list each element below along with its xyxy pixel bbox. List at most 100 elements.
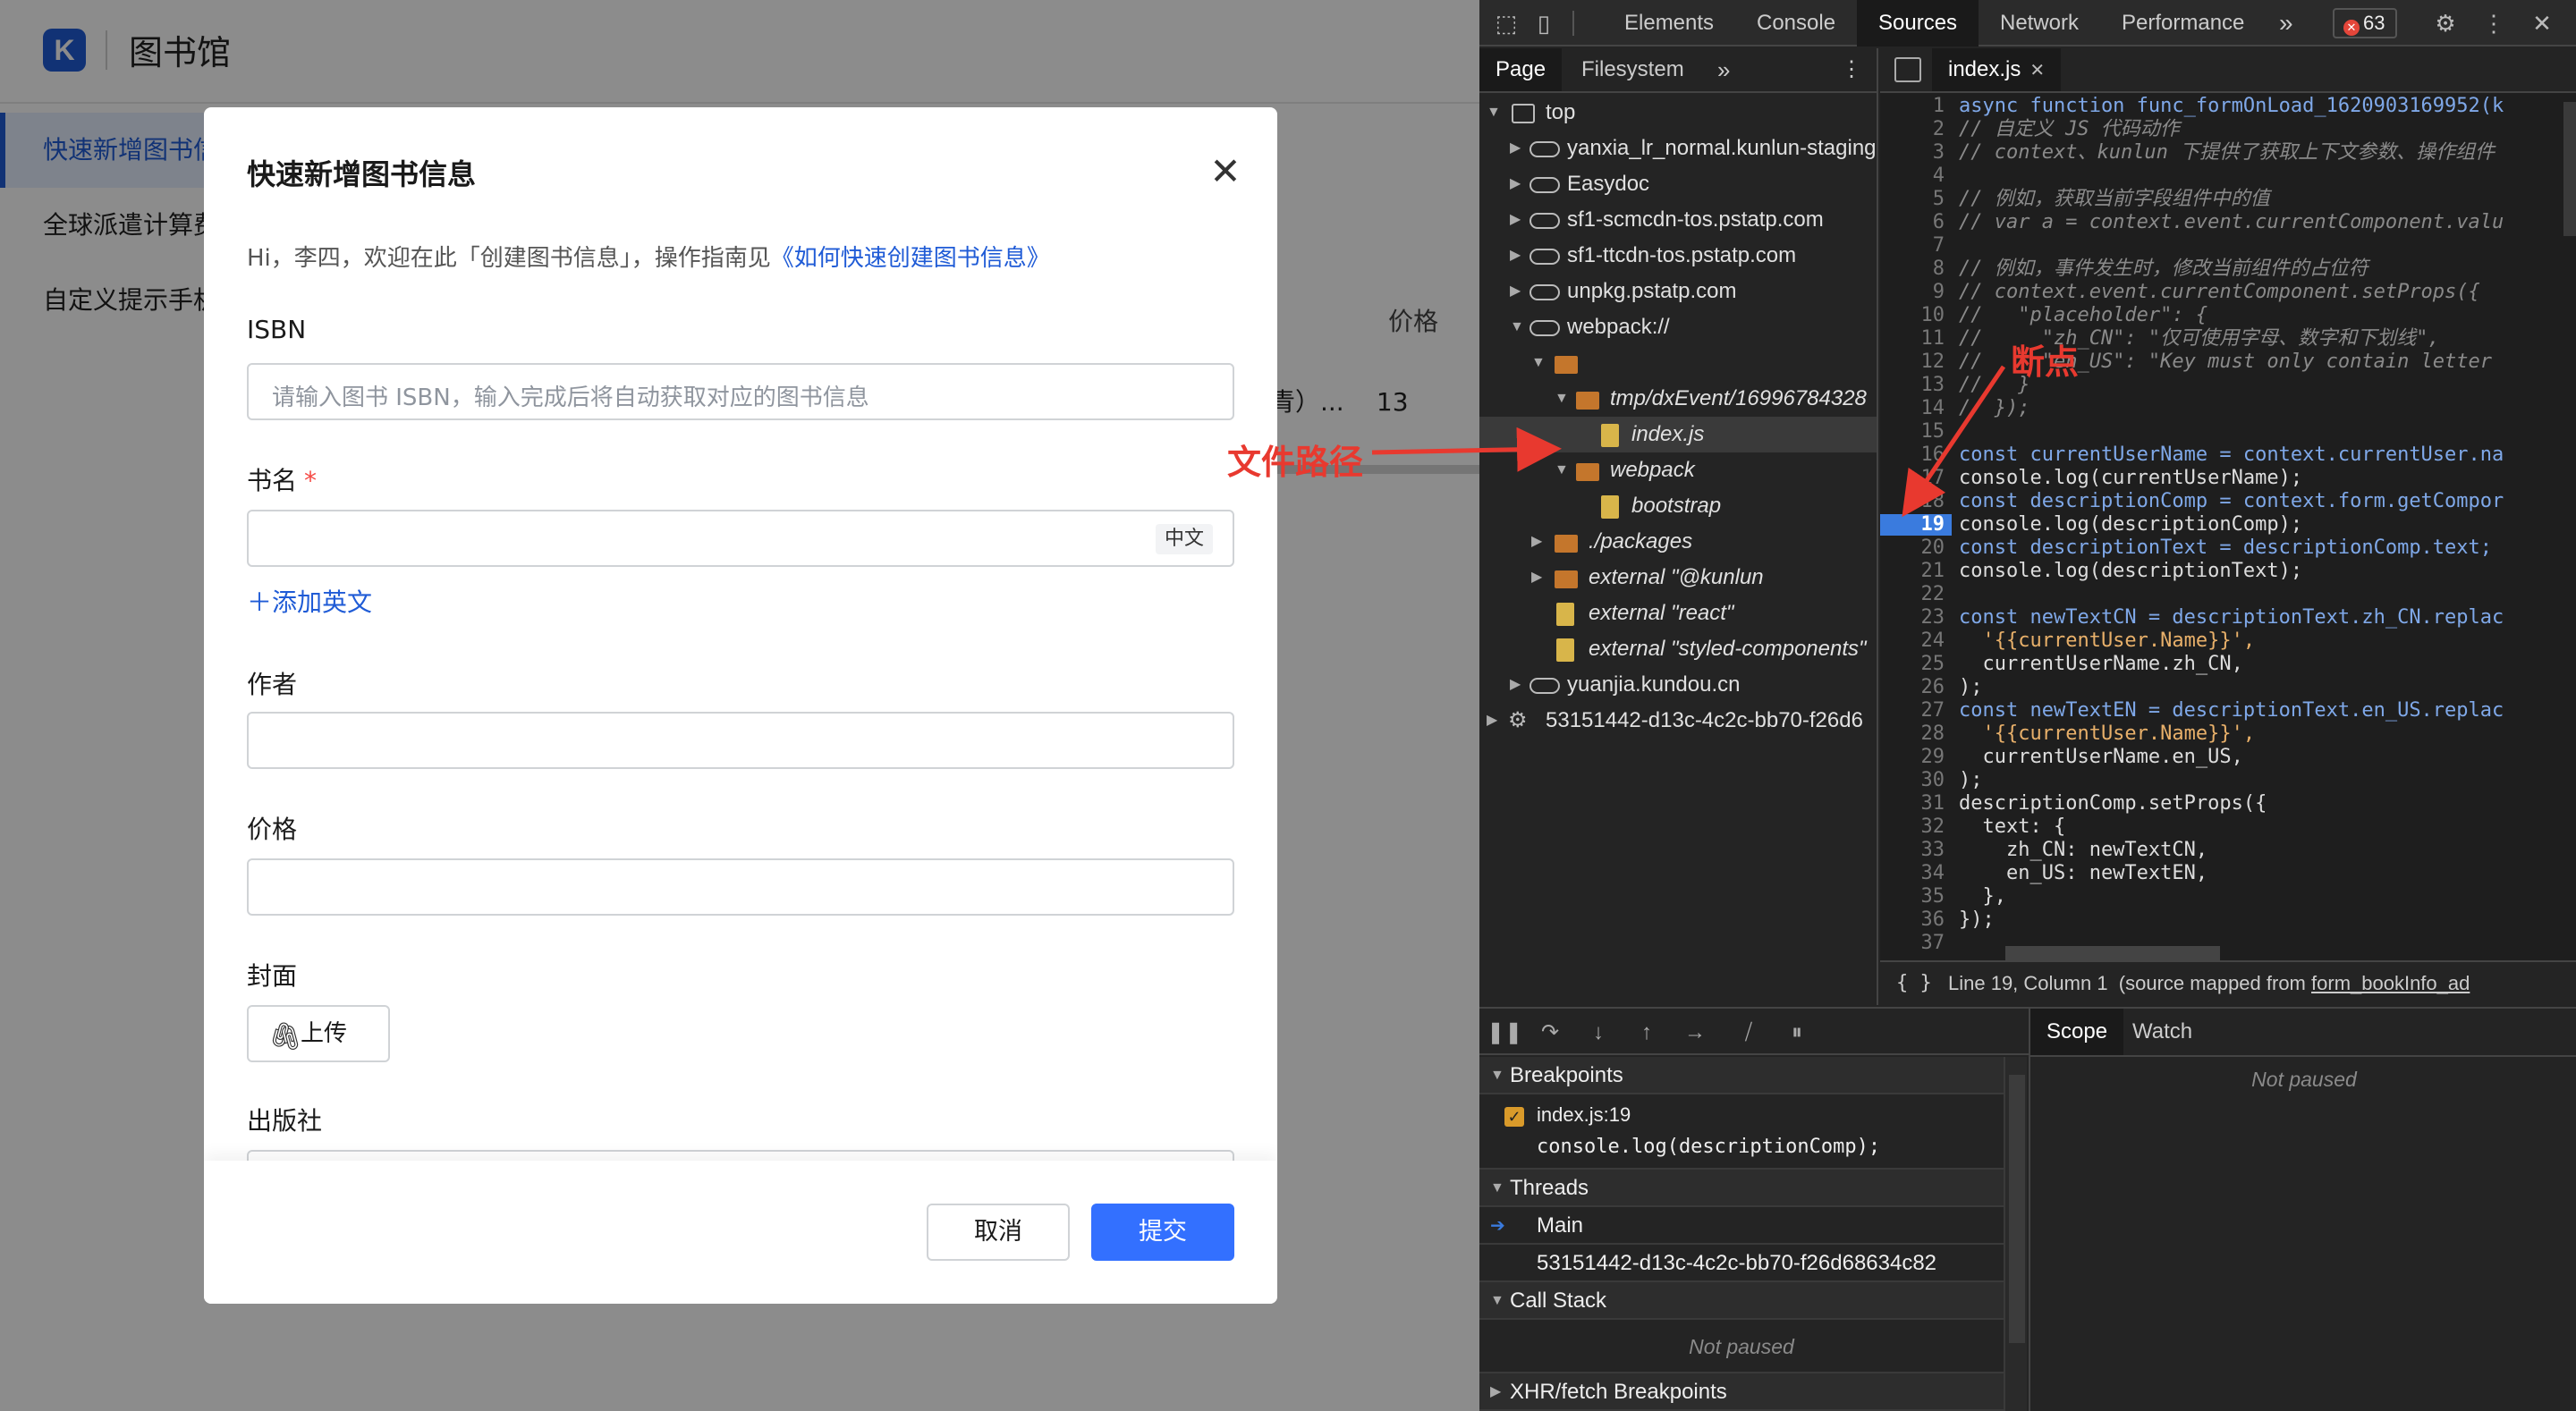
thread-item-worker[interactable]: 53151442-d13c-4c2c-bb70-f26d68634c82 [1479, 1245, 2004, 1282]
line-number[interactable]: 24 [1880, 629, 1945, 653]
tree-item-top[interactable]: ▼ top [1479, 95, 1877, 131]
code-line[interactable]: 37 [1880, 932, 2576, 953]
tab-console[interactable]: Console [1757, 0, 1835, 46]
line-number[interactable]: 35 [1880, 885, 1945, 908]
line-number[interactable]: 13 [1880, 374, 1945, 397]
line-number[interactable]: 21 [1880, 560, 1945, 583]
book-name-input[interactable]: 中文 [247, 510, 1234, 567]
more-options-icon[interactable]: ⋮ [2479, 9, 2508, 38]
tree-item-folder[interactable]: ▶ external "@kunlun [1479, 560, 1877, 596]
thread-item-main[interactable]: ➔ Main [1479, 1207, 2004, 1245]
tree-item-domain[interactable]: ▶ unpkg.pstatp.com [1479, 274, 1877, 309]
code-line[interactable]: 16 const currentUserName = context.curren… [1880, 444, 2576, 467]
tab-watch[interactable]: Watch [2132, 1009, 2192, 1055]
tab-network[interactable]: Network [2000, 0, 2079, 46]
code-line[interactable]: 23 const newTextCN = descriptionText.zh_C… [1880, 606, 2576, 629]
author-input[interactable] [247, 712, 1234, 769]
more-tabs-icon[interactable]: » [2279, 0, 2293, 46]
code-line[interactable]: 34 en_US: newTextEN, [1880, 862, 2576, 885]
navigator-menu-icon[interactable]: ⋮ [1841, 48, 1862, 91]
line-number[interactable]: 27 [1880, 699, 1945, 722]
tree-item-domain[interactable]: ▶ Easydoc [1479, 166, 1877, 202]
code-line[interactable]: 2 // 自定义 JS 代码动作 [1880, 118, 2576, 141]
code-line[interactable]: 36}); [1880, 908, 2576, 932]
settings-gear-icon[interactable]: ⚙ [2431, 9, 2460, 38]
line-number[interactable]: 1 [1880, 95, 1945, 118]
line-number[interactable]: 15 [1880, 420, 1945, 444]
tree-item-folder[interactable]: ▼ [1479, 345, 1877, 381]
line-number[interactable]: 33 [1880, 839, 1945, 862]
line-number[interactable]: 10 [1880, 304, 1945, 327]
code-area[interactable]: 1 async function func_formOnLoad_16209031… [1880, 95, 2576, 953]
line-number[interactable]: 11 [1880, 327, 1945, 351]
close-icon[interactable]: ✕ [1204, 150, 1247, 193]
code-line[interactable]: 22 [1880, 583, 2576, 606]
tree-item-folder[interactable]: ▶ ./packages [1479, 524, 1877, 560]
isbn-input[interactable]: 请输入图书 ISBN，输入完成后将自动获取对应的图书信息 [247, 363, 1234, 420]
editor-tab-index-js[interactable]: index.js ✕ [1932, 48, 2062, 91]
code-line[interactable]: 3 // context、kunlun 下提供了获取上下文参数、操作组件 [1880, 141, 2576, 165]
line-number[interactable]: 7 [1880, 234, 1945, 258]
line-number[interactable]: 29 [1880, 746, 1945, 769]
close-tab-icon[interactable]: ✕ [2029, 61, 2045, 80]
tree-item-domain[interactable]: ▶ yanxia_lr_normal.kunlun-staging [1479, 131, 1877, 166]
tree-item-worker[interactable]: ▶ ⚙ 53151442-d13c-4c2c-bb70-f26d6 [1479, 703, 1877, 739]
code-line[interactable]: 20 const descriptionText = descriptionCom… [1880, 537, 2576, 560]
code-line-breakpoint[interactable]: 19 console.log(descriptionComp); [1880, 513, 2576, 537]
code-line[interactable]: 30); [1880, 769, 2576, 792]
code-line[interactable]: 21 console.log(descriptionText); [1880, 560, 2576, 583]
tree-item-file[interactable]: external "styled-components" [1479, 631, 1877, 667]
code-line[interactable]: 8 // 例如，事件发生时，修改当前组件的占位符 [1880, 258, 2576, 281]
code-line[interactable]: 11// "zh_CN": "仅可使用字母、数字和下划线", [1880, 327, 2576, 351]
threads-section-header[interactable]: ▼ Threads [1479, 1170, 2004, 1207]
step-into-icon[interactable]: ↓ [1583, 1018, 1614, 1048]
line-number[interactable]: 8 [1880, 258, 1945, 281]
line-number[interactable]: 22 [1880, 583, 1945, 606]
code-line[interactable]: 13// } [1880, 374, 2576, 397]
tab-sources[interactable]: Sources [1857, 0, 1979, 46]
line-number[interactable]: 12 [1880, 351, 1945, 374]
more-navigator-icon[interactable]: » [1717, 48, 1730, 91]
tab-performance[interactable]: Performance [2122, 0, 2244, 46]
breakpoint-item[interactable]: ✓ index.js:19 console.log(descriptionCom… [1479, 1094, 2004, 1170]
upload-button[interactable]: 🖇 上传 [247, 1005, 390, 1062]
guide-link[interactable]: 《如何快速创建图书信息》 [771, 245, 1050, 272]
device-toolbar-icon[interactable]: ▯ [1530, 9, 1558, 38]
code-line[interactable]: 12// "en_US": "Key must only contain let… [1880, 351, 2576, 374]
submit-button[interactable]: 提交 [1091, 1204, 1234, 1261]
tree-item-webpack[interactable]: ▼ webpack:// [1479, 309, 1877, 345]
line-number[interactable]: 30 [1880, 769, 1945, 792]
close-devtools-icon[interactable]: ✕ [2528, 9, 2556, 38]
code-line[interactable]: 35 }, [1880, 885, 2576, 908]
line-number[interactable]: 19 [1880, 513, 1945, 537]
deactivate-breakpoints-icon[interactable]: ⧸ [1733, 1018, 1764, 1048]
code-line[interactable]: 32 text: { [1880, 815, 2576, 839]
code-line[interactable]: 27 const newTextEN = descriptionText.en_U… [1880, 699, 2576, 722]
inspect-element-icon[interactable]: ⬚ [1492, 9, 1521, 38]
code-line[interactable]: 14 // }); [1880, 397, 2576, 420]
tab-elements[interactable]: Elements [1624, 0, 1714, 46]
line-number[interactable]: 4 [1880, 165, 1945, 188]
tree-item-file[interactable]: bootstrap [1479, 488, 1877, 524]
code-line[interactable]: 31 descriptionComp.setProps({ [1880, 792, 2576, 815]
code-line[interactable]: 18 const descriptionComp = context.form.g… [1880, 490, 2576, 513]
code-line[interactable]: 7 [1880, 234, 2576, 258]
line-number[interactable]: 16 [1880, 444, 1945, 467]
line-number[interactable]: 17 [1880, 467, 1945, 490]
code-line[interactable]: 33 zh_CN: newTextCN, [1880, 839, 2576, 862]
add-english-button[interactable]: ＋添加英文 [247, 583, 372, 619]
code-line[interactable]: 28 '{{currentUser.Name}}', [1880, 722, 2576, 746]
line-number[interactable]: 26 [1880, 676, 1945, 699]
pause-icon[interactable]: ❚❚ [1487, 1018, 1522, 1048]
line-number[interactable]: 18 [1880, 490, 1945, 513]
tree-item-folder[interactable]: ▼ tmp/dxEvent/16996784328 [1479, 381, 1877, 417]
xhr-breakpoints-section-header[interactable]: ▶ XHR/fetch Breakpoints [1479, 1373, 2004, 1411]
line-number[interactable]: 37 [1880, 932, 1945, 953]
code-line[interactable]: 29 currentUserName.en_US, [1880, 746, 2576, 769]
step-icon[interactable]: → [1680, 1018, 1710, 1048]
line-number[interactable]: 31 [1880, 792, 1945, 815]
pretty-print-icon[interactable]: { } [1896, 962, 1932, 1005]
breakpoints-section-header[interactable]: ▼ Breakpoints [1479, 1057, 2004, 1094]
code-line[interactable]: 1 async function func_formOnLoad_16209031… [1880, 95, 2576, 118]
line-number[interactable]: 3 [1880, 141, 1945, 165]
